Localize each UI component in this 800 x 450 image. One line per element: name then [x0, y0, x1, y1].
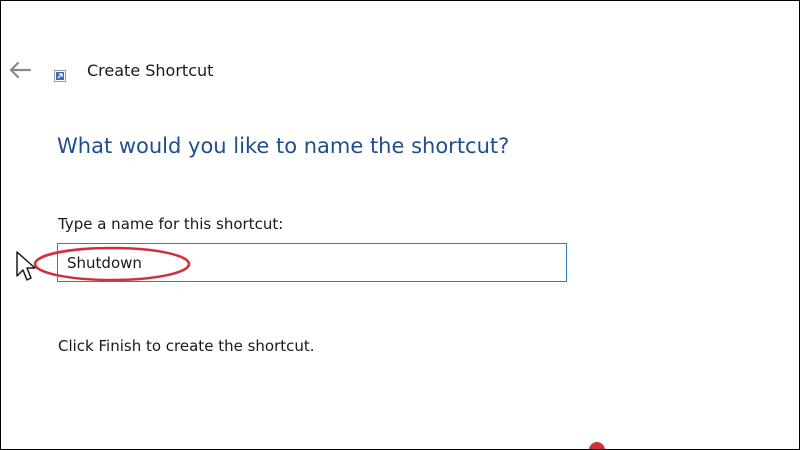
annotation-dot: [589, 442, 605, 449]
shortcut-icon: [54, 70, 66, 82]
mouse-pointer-icon: [16, 251, 36, 281]
back-button[interactable]: [7, 57, 33, 83]
page-heading: What would you like to name the shortcut…: [57, 134, 510, 158]
arrow-left-icon: [9, 62, 31, 78]
dialog-title: Create Shortcut: [87, 61, 214, 80]
shortcut-name-label: Type a name for this shortcut:: [58, 215, 284, 233]
shortcut-name-input[interactable]: [57, 243, 567, 282]
finish-hint: Click Finish to create the shortcut.: [58, 337, 315, 355]
create-shortcut-window: Create Shortcut What would you like to n…: [0, 0, 800, 450]
